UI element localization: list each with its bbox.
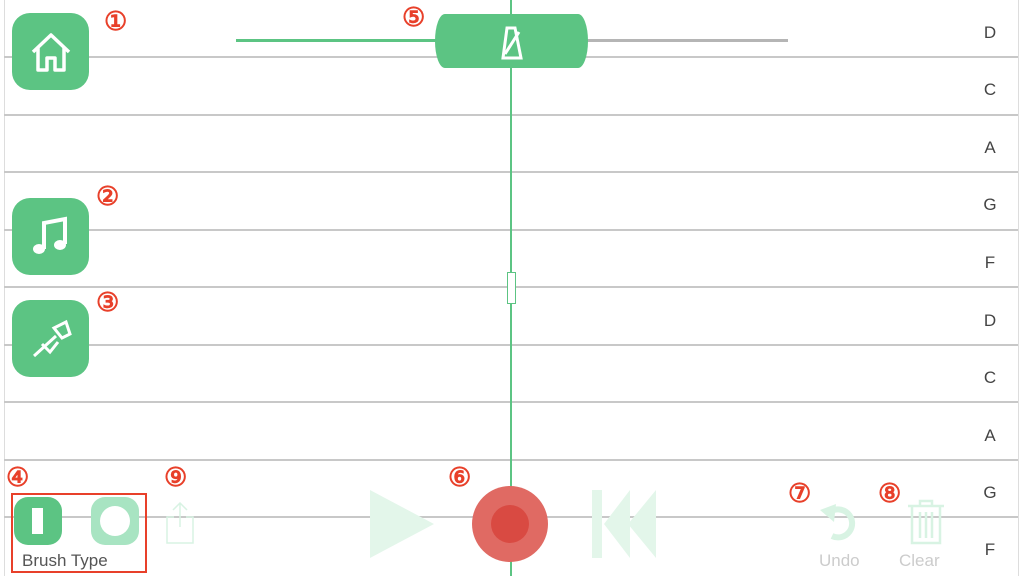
note-label: G (983, 195, 997, 214)
home-button[interactable] (12, 13, 89, 90)
note-label: A (984, 426, 996, 445)
note-label: G (983, 483, 997, 502)
record-icon (491, 505, 529, 543)
brush-circle-button[interactable] (91, 497, 139, 545)
marker-3: ③ (96, 287, 120, 317)
instrument-button[interactable] (12, 300, 89, 377)
music-note-icon (32, 216, 67, 254)
brush-line-button[interactable] (14, 497, 62, 545)
marker-5: ⑤ (402, 2, 426, 32)
note-label: C (983, 368, 997, 387)
brush-type-label: Brush Type (22, 551, 108, 570)
circle-brush-icon (100, 506, 130, 536)
note-label: F (984, 540, 996, 559)
marker-4: ④ (6, 462, 30, 492)
tempo-slider-track[interactable] (580, 39, 788, 42)
clear-button[interactable]: Clear (899, 551, 940, 571)
marker-1: ① (104, 6, 128, 36)
line-brush-icon (32, 508, 43, 534)
undo-button[interactable]: Undo (819, 551, 860, 571)
note-label: C (983, 80, 997, 99)
staff-right-edge (1018, 0, 1019, 576)
note-label: F (984, 253, 996, 272)
play-button[interactable] (366, 486, 438, 562)
marker-6: ⑥ (448, 462, 472, 492)
note-label: D (983, 23, 997, 42)
trash-icon[interactable] (904, 498, 948, 546)
marker-2: ② (96, 181, 120, 211)
staff-left-edge (4, 0, 5, 576)
marker-8: ⑧ (878, 478, 902, 508)
share-button[interactable] (162, 499, 198, 545)
rewind-button[interactable] (590, 486, 658, 562)
playhead-handle[interactable] (507, 272, 516, 304)
note-label: D (983, 311, 997, 330)
marker-7: ⑦ (788, 478, 812, 508)
music-button[interactable] (12, 198, 89, 275)
metronome-icon (501, 26, 523, 60)
undo-icon[interactable] (818, 502, 866, 544)
marker-9: ⑨ (164, 462, 188, 492)
record-button[interactable] (472, 486, 548, 562)
home-icon (31, 32, 70, 72)
tempo-slider-fill[interactable] (236, 39, 446, 42)
note-label: A (984, 138, 996, 157)
tempo-slider-thumb[interactable] (435, 14, 588, 68)
trumpet-icon (32, 319, 72, 357)
